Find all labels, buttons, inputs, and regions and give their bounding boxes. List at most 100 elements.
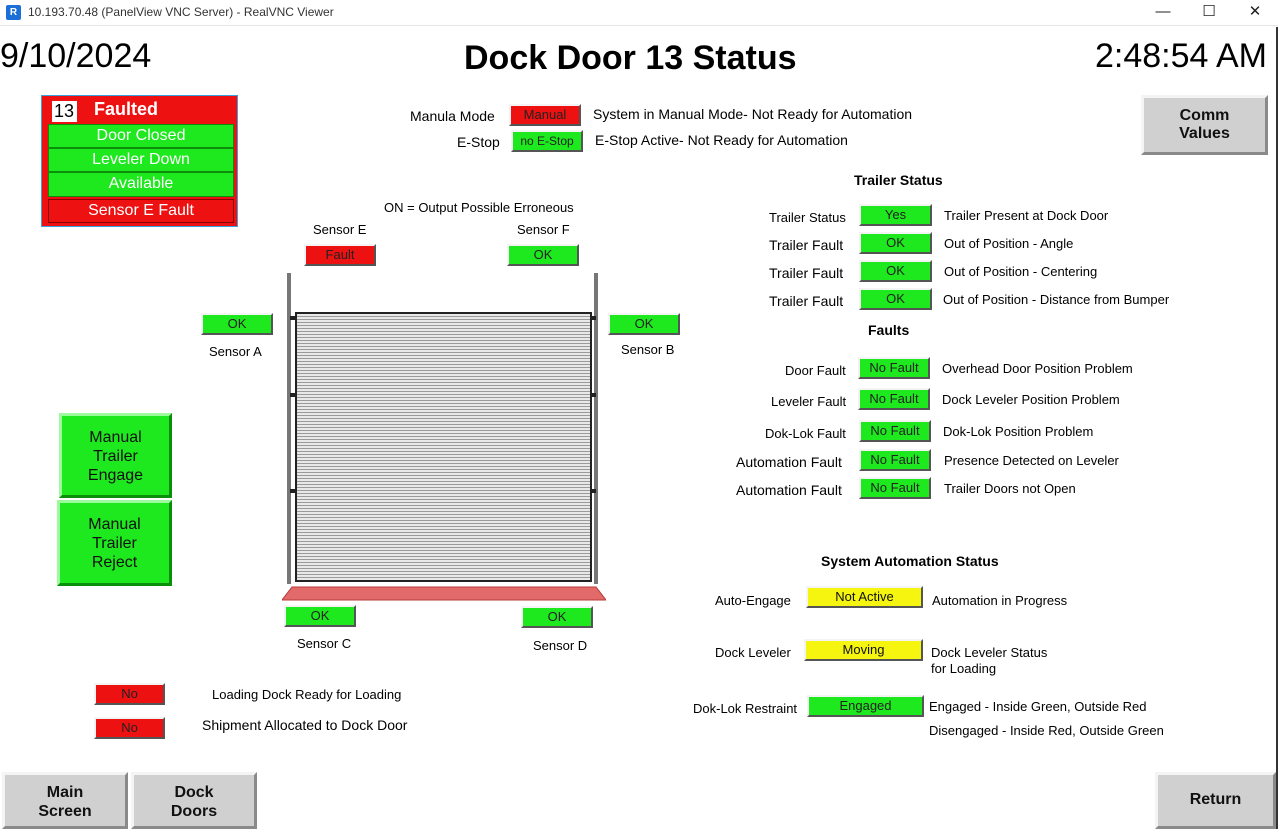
trailer-fault-bumper-desc: Out of Position - Distance from Bumper bbox=[943, 292, 1170, 307]
door-number: 13 bbox=[52, 101, 77, 122]
dock-doors-line1: Dock bbox=[174, 784, 214, 801]
reject-line2: Trailer bbox=[92, 535, 137, 552]
dock-doors-button[interactable]: Dock Doors bbox=[131, 772, 257, 829]
trailer-fault-angle-indicator: OK bbox=[859, 232, 932, 254]
loading-ready-indicator: No bbox=[94, 683, 165, 705]
automation-fault-leveler-indicator: No Fault bbox=[859, 449, 931, 471]
door-status-box: 13 Faulted Door Closed Leveler Down Avai… bbox=[41, 95, 238, 227]
sensor-e-indicator: Fault bbox=[304, 244, 376, 266]
status-fault: Sensor E Fault bbox=[48, 199, 234, 223]
date-display: 9/10/2024 bbox=[0, 37, 152, 75]
doklok-fault-indicator: No Fault bbox=[859, 420, 931, 442]
trailer-fault-centering-indicator: OK bbox=[859, 260, 932, 282]
door-fault-desc: Overhead Door Position Problem bbox=[942, 361, 1133, 376]
trailer-fault-bumper-indicator: OK bbox=[859, 288, 932, 310]
faults-heading: Faults bbox=[868, 322, 910, 338]
manual-trailer-reject-button[interactable]: Manual Trailer Reject bbox=[57, 500, 172, 586]
loading-ready-desc: Loading Dock Ready for Loading bbox=[212, 687, 402, 702]
sensor-f-indicator: OK bbox=[507, 244, 579, 266]
automation-fault-label: Automation Fault bbox=[736, 482, 842, 498]
hmi-panel: 9/10/2024 Dock Door 13 Status 2:48:54 AM… bbox=[0, 27, 1278, 829]
sensor-d-indicator: OK bbox=[521, 606, 593, 628]
manual-trailer-engage-button[interactable]: Manual Trailer Engage bbox=[59, 413, 172, 498]
realvnc-app-icon: R bbox=[6, 5, 21, 20]
dock-leveler-desc2: for Loading bbox=[931, 661, 997, 676]
automation-fault-doors-desc: Trailer Doors not Open bbox=[944, 481, 1076, 496]
main-screen-line2: Screen bbox=[38, 803, 92, 820]
reject-line1: Manual bbox=[88, 516, 141, 533]
automation-fault-leveler-desc: Presence Detected on Leveler bbox=[944, 453, 1119, 468]
page-title: Dock Door 13 Status bbox=[464, 39, 797, 77]
overhead-door-graphic bbox=[295, 312, 592, 582]
trailer-fault-label: Trailer Fault bbox=[769, 237, 844, 253]
return-button[interactable]: Return bbox=[1155, 772, 1276, 829]
sensor-note: ON = Output Possible Erroneous bbox=[384, 200, 574, 215]
trailer-status-desc: Trailer Present at Dock Door bbox=[944, 208, 1109, 223]
comm-values-line1: Comm bbox=[1179, 107, 1230, 124]
shipment-allocated-indicator: No bbox=[94, 717, 165, 739]
trailer-status-heading: Trailer Status bbox=[854, 172, 943, 188]
dock-leveler-indicator: Moving bbox=[804, 639, 923, 661]
minimize-button[interactable]: — bbox=[1140, 0, 1186, 26]
time-display: 2:48:54 AM bbox=[1095, 37, 1268, 75]
leveler-fault-desc: Dock Leveler Position Problem bbox=[942, 392, 1120, 407]
trailer-fault-label: Trailer Fault bbox=[769, 265, 844, 281]
sensor-a-indicator: OK bbox=[201, 313, 273, 335]
dock-leveler-desc1: Dock Leveler Status bbox=[931, 645, 1048, 660]
dock-leveler-label: Dock Leveler bbox=[715, 645, 791, 660]
trailer-status-indicator: Yes bbox=[859, 204, 932, 226]
doklok-restraint-desc2: Disengaged - Inside Red, Outside Green bbox=[929, 723, 1164, 738]
auto-engage-indicator: Not Active bbox=[806, 586, 923, 608]
status-door-closed: Door Closed bbox=[48, 124, 234, 148]
sensor-e-label: Sensor E bbox=[313, 222, 367, 237]
door-fault-label: Door Fault bbox=[785, 363, 846, 378]
automation-heading: System Automation Status bbox=[821, 553, 999, 569]
sensor-c-label: Sensor C bbox=[297, 636, 352, 651]
trailer-fault-centering-desc: Out of Position - Centering bbox=[944, 264, 1098, 279]
doklok-restraint-label: Dok-Lok Restraint bbox=[693, 701, 798, 716]
window-titlebar: R 10.193.70.48 (PanelView VNC Server) - … bbox=[0, 0, 1278, 26]
door-fault-indicator: No Fault bbox=[858, 357, 930, 379]
comm-values-line2: Values bbox=[1179, 125, 1230, 142]
auto-engage-desc: Automation in Progress bbox=[932, 593, 1068, 608]
leveler-fault-label: Leveler Fault bbox=[771, 394, 847, 409]
doklok-restraint-desc1: Engaged - Inside Green, Outside Red bbox=[929, 699, 1147, 714]
shipment-allocated-desc: Shipment Allocated to Dock Door bbox=[202, 717, 408, 733]
estop-desc: E-Stop Active- Not Ready for Automation bbox=[595, 132, 848, 148]
engage-line1: Manual bbox=[89, 429, 142, 446]
door-state: Faulted bbox=[94, 99, 159, 119]
maximize-button[interactable]: ☐ bbox=[1186, 0, 1232, 26]
dock-leveler-graphic bbox=[282, 586, 606, 601]
sensor-b-indicator: OK bbox=[608, 313, 680, 335]
estop-indicator: no E-Stop bbox=[511, 130, 583, 152]
close-button[interactable]: ✕ bbox=[1232, 0, 1278, 26]
manual-mode-desc: System in Manual Mode- Not Ready for Aut… bbox=[593, 106, 913, 122]
trailer-fault-angle-desc: Out of Position - Angle bbox=[944, 236, 1074, 251]
main-screen-button[interactable]: Main Screen bbox=[2, 772, 128, 829]
estop-label: E-Stop bbox=[457, 134, 500, 150]
sensor-f-label: Sensor F bbox=[517, 222, 570, 237]
window-title: 10.193.70.48 (PanelView VNC Server) - Re… bbox=[28, 5, 334, 19]
doklok-restraint-indicator: Engaged bbox=[807, 695, 924, 717]
trailer-status-label: Trailer Status bbox=[769, 210, 846, 225]
dock-doors-line2: Doors bbox=[170, 803, 218, 820]
main-screen-line1: Main bbox=[46, 784, 84, 801]
automation-fault-label: Automation Fault bbox=[736, 454, 842, 470]
auto-engage-label: Auto-Engage bbox=[715, 593, 791, 608]
doklok-fault-desc: Dok-Lok Position Problem bbox=[943, 424, 1094, 439]
automation-fault-doors-indicator: No Fault bbox=[859, 477, 931, 499]
sensor-c-indicator: OK bbox=[284, 605, 356, 627]
sensor-b-label: Sensor B bbox=[621, 342, 675, 357]
trailer-fault-label: Trailer Fault bbox=[769, 293, 844, 309]
sensor-d-label: Sensor D bbox=[533, 638, 588, 653]
status-available: Available bbox=[48, 172, 234, 197]
leveler-fault-indicator: No Fault bbox=[858, 388, 930, 410]
doklok-fault-label: Dok-Lok Fault bbox=[765, 426, 846, 441]
comm-values-button[interactable]: Comm Values bbox=[1141, 95, 1268, 155]
status-leveler-down: Leveler Down bbox=[48, 148, 234, 172]
door-status-rows: Door Closed Leveler Down Available bbox=[48, 124, 234, 197]
engage-line3: Engage bbox=[87, 467, 144, 484]
engage-line2: Trailer bbox=[93, 448, 138, 465]
manual-mode-label: Manula Mode bbox=[410, 108, 495, 124]
reject-line3: Reject bbox=[91, 554, 138, 571]
